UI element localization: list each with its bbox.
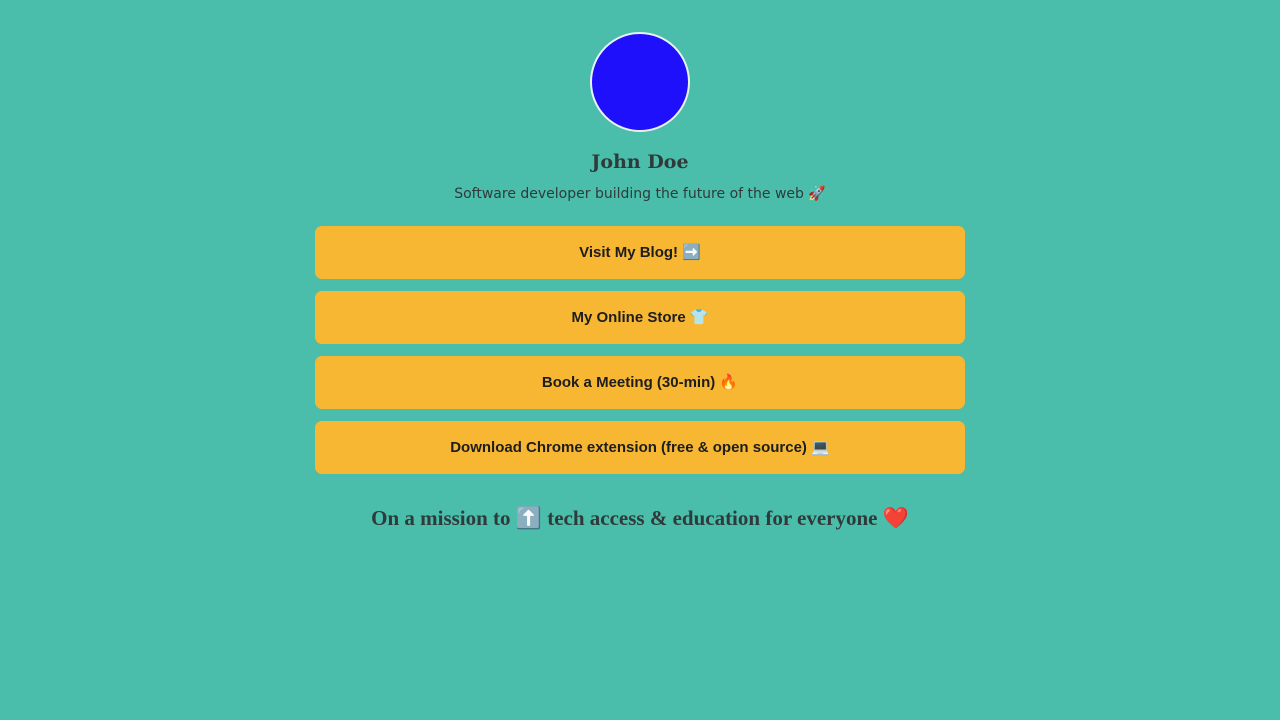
profile-name: John Doe [591,151,689,173]
profile-bio: Software developer building the future o… [454,186,826,202]
blog-link-button[interactable]: Visit My Blog! ➡️ [315,226,965,279]
links-list: Visit My Blog! ➡️ My Online Store 👕 Book… [315,226,965,486]
meeting-link-button[interactable]: Book a Meeting (30-min) 🔥 [315,356,965,409]
chrome-extension-link-button[interactable]: Download Chrome extension (free & open s… [315,421,965,474]
avatar [590,32,690,132]
mission-statement: On a mission to ⬆️ tech access & educati… [371,506,909,530]
link-in-bio-page: John Doe Software developer building the… [0,0,1280,720]
store-link-button[interactable]: My Online Store 👕 [315,291,965,344]
